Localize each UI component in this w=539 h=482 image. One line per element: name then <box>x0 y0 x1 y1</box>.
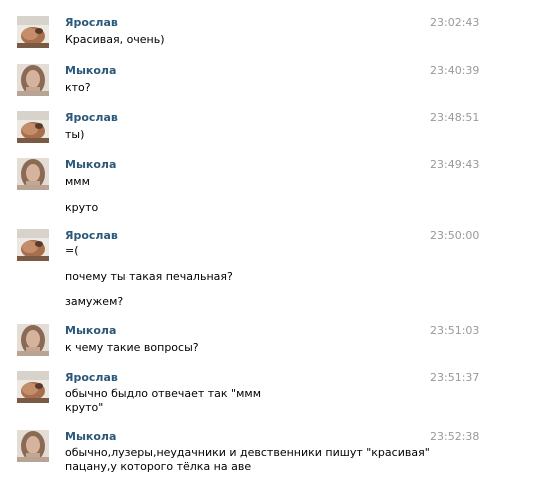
message-text: кто? <box>65 81 91 94</box>
male-avatar[interactable] <box>17 111 49 143</box>
chat-history: Ярослав 23:02:43 Красивая, очень) Мыкола… <box>0 0 539 482</box>
message-time: 23:02:43 <box>430 16 480 29</box>
message-time: 23:52:38 <box>430 430 480 443</box>
male-avatar[interactable] <box>17 229 49 261</box>
author-name[interactable]: Мыкола <box>65 158 116 171</box>
female-avatar[interactable] <box>17 430 49 462</box>
author-name[interactable]: Мыкола <box>65 324 116 337</box>
message-time: 23:51:03 <box>430 324 480 337</box>
message-text: почему ты такая печальная? <box>65 270 233 283</box>
female-avatar[interactable] <box>17 64 49 96</box>
author-name[interactable]: Мыкола <box>65 64 116 77</box>
author-name[interactable]: Ярослав <box>65 16 118 29</box>
message-time: 23:50:00 <box>430 229 480 242</box>
female-avatar[interactable] <box>17 324 49 356</box>
message-text: пацану,у которого тёлка на аве <box>65 460 252 473</box>
message-text: =( <box>65 244 79 257</box>
author-name[interactable]: Мыкола <box>65 430 116 443</box>
author-name[interactable]: Ярослав <box>65 111 118 124</box>
message-text: ты) <box>65 128 85 141</box>
message-time: 23:49:43 <box>430 158 480 171</box>
message-text: круто <box>65 201 99 214</box>
message-text: Красивая, очень) <box>65 33 165 46</box>
message-text: замужем? <box>65 295 124 308</box>
author-name[interactable]: Ярослав <box>65 229 118 242</box>
message-text: обычно быдло отвечает так "ммм <box>65 387 261 400</box>
message-time: 23:48:51 <box>430 111 480 124</box>
author-name[interactable]: Ярослав <box>65 371 118 384</box>
female-avatar[interactable] <box>17 158 49 190</box>
message-text: круто" <box>65 401 104 414</box>
male-avatar[interactable] <box>17 16 49 48</box>
message-time: 23:51:37 <box>430 371 480 384</box>
message-time: 23:40:39 <box>430 64 480 77</box>
male-avatar[interactable] <box>17 371 49 403</box>
message-text: к чему такие вопросы? <box>65 341 199 354</box>
message-text: обычно,лузеры,неудачники и девственники … <box>65 446 430 459</box>
message-text: ммм <box>65 175 90 188</box>
